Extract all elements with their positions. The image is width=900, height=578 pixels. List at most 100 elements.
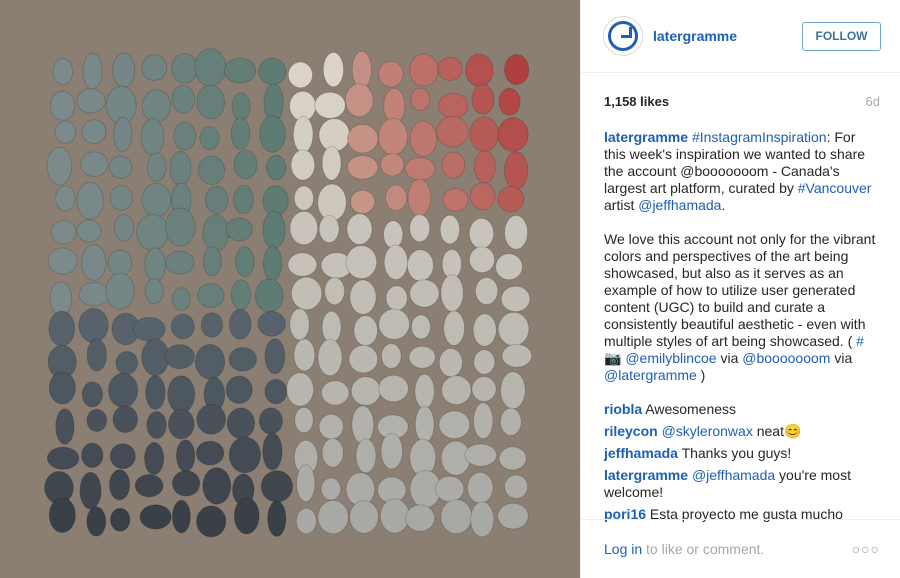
- mention-link[interactable]: @booooooom: [742, 350, 830, 366]
- stone: [105, 272, 135, 310]
- stone: [405, 504, 436, 532]
- stone: [287, 252, 318, 277]
- stone: [267, 500, 287, 538]
- stone: [495, 253, 523, 281]
- mention-link[interactable]: @jeffhamada: [692, 467, 775, 483]
- stone: [378, 117, 408, 156]
- stone: [287, 61, 313, 89]
- stone: [260, 470, 294, 503]
- stone: [441, 151, 466, 179]
- stone: [108, 372, 139, 408]
- stone: [202, 214, 230, 252]
- comment-username[interactable]: latergramme: [604, 467, 688, 483]
- login-link[interactable]: Log in: [604, 541, 642, 557]
- stone: [141, 89, 172, 123]
- stone: [147, 152, 167, 182]
- stone: [383, 220, 404, 249]
- stone: [49, 90, 76, 121]
- stone: [141, 54, 168, 81]
- caption-username[interactable]: latergramme: [604, 129, 688, 145]
- stone: [140, 117, 165, 156]
- stone: [320, 380, 350, 406]
- stone: [257, 310, 287, 337]
- stones-image: [0, 0, 580, 578]
- stone: [437, 92, 469, 119]
- stone: [258, 57, 287, 86]
- stone: [197, 283, 225, 308]
- stone: [52, 58, 74, 85]
- stone: [235, 246, 255, 278]
- stone: [170, 313, 195, 340]
- comment-username[interactable]: riobla: [604, 401, 642, 417]
- stone: [202, 467, 232, 505]
- comment-username[interactable]: rileycon: [604, 423, 658, 439]
- avatar[interactable]: [603, 16, 643, 56]
- login-prompt: Log in to like or comment.: [604, 541, 764, 557]
- stone: [171, 470, 201, 497]
- stone: [197, 155, 226, 186]
- stone: [107, 249, 133, 277]
- stone: [225, 217, 253, 242]
- stone: [228, 308, 252, 340]
- stone: [440, 498, 473, 535]
- stone: [134, 474, 164, 498]
- stone: [81, 442, 104, 468]
- post-photo[interactable]: [0, 0, 580, 578]
- mention-link[interactable]: @latergramme: [604, 367, 697, 383]
- mention-link[interactable]: @skyleronwax: [662, 423, 753, 439]
- stone: [464, 443, 498, 467]
- stone: [86, 338, 108, 372]
- stone: [54, 120, 77, 144]
- stone: [385, 285, 408, 312]
- stone: [80, 151, 109, 177]
- post-time[interactable]: 6d: [866, 94, 880, 109]
- stone: [171, 84, 196, 114]
- stone: [79, 471, 102, 510]
- stone: [441, 375, 472, 406]
- stone: [164, 344, 195, 370]
- stone: [230, 279, 252, 311]
- stone: [504, 215, 529, 250]
- stone: [194, 48, 227, 87]
- stone: [290, 149, 316, 181]
- likes-count[interactable]: 1,158 likes: [604, 94, 669, 109]
- stone: [410, 87, 431, 112]
- hashtag-link[interactable]: #InstagramInspiration: [692, 129, 827, 145]
- caption-text: via: [716, 350, 743, 366]
- stone: [353, 315, 379, 347]
- stone: [346, 155, 379, 180]
- stone: [146, 411, 167, 439]
- follow-button[interactable]: FOLLOW: [802, 21, 881, 51]
- header-username[interactable]: latergramme: [653, 28, 802, 44]
- comment: riobla Awesomeness: [604, 401, 880, 418]
- stone: [55, 185, 76, 212]
- stone: [501, 343, 533, 368]
- stone: [55, 408, 75, 445]
- stone: [406, 249, 434, 282]
- stone: [346, 213, 373, 245]
- comment-username[interactable]: jeffhamada: [604, 445, 678, 461]
- more-options-icon[interactable]: ○○○: [852, 541, 880, 557]
- stone: [497, 311, 530, 347]
- stone: [409, 53, 439, 87]
- stone: [344, 83, 374, 118]
- stone: [409, 214, 431, 243]
- stone: [438, 410, 471, 440]
- stone: [469, 116, 500, 152]
- stone: [81, 119, 107, 145]
- mention-link[interactable]: @jeffhamada: [638, 197, 721, 213]
- mention-link[interactable]: @emilyblincoe: [625, 350, 716, 366]
- stone: [144, 247, 167, 282]
- stone: [293, 338, 316, 372]
- stone: [500, 371, 526, 410]
- stone: [262, 210, 286, 250]
- stone: [108, 155, 133, 179]
- stone: [233, 497, 260, 535]
- hashtag-link[interactable]: #Vancouver: [798, 180, 872, 196]
- stone: [436, 115, 469, 148]
- stone: [350, 376, 381, 406]
- stone: [409, 120, 438, 157]
- stone: [259, 115, 286, 153]
- stone: [465, 53, 494, 88]
- stone: [408, 345, 436, 369]
